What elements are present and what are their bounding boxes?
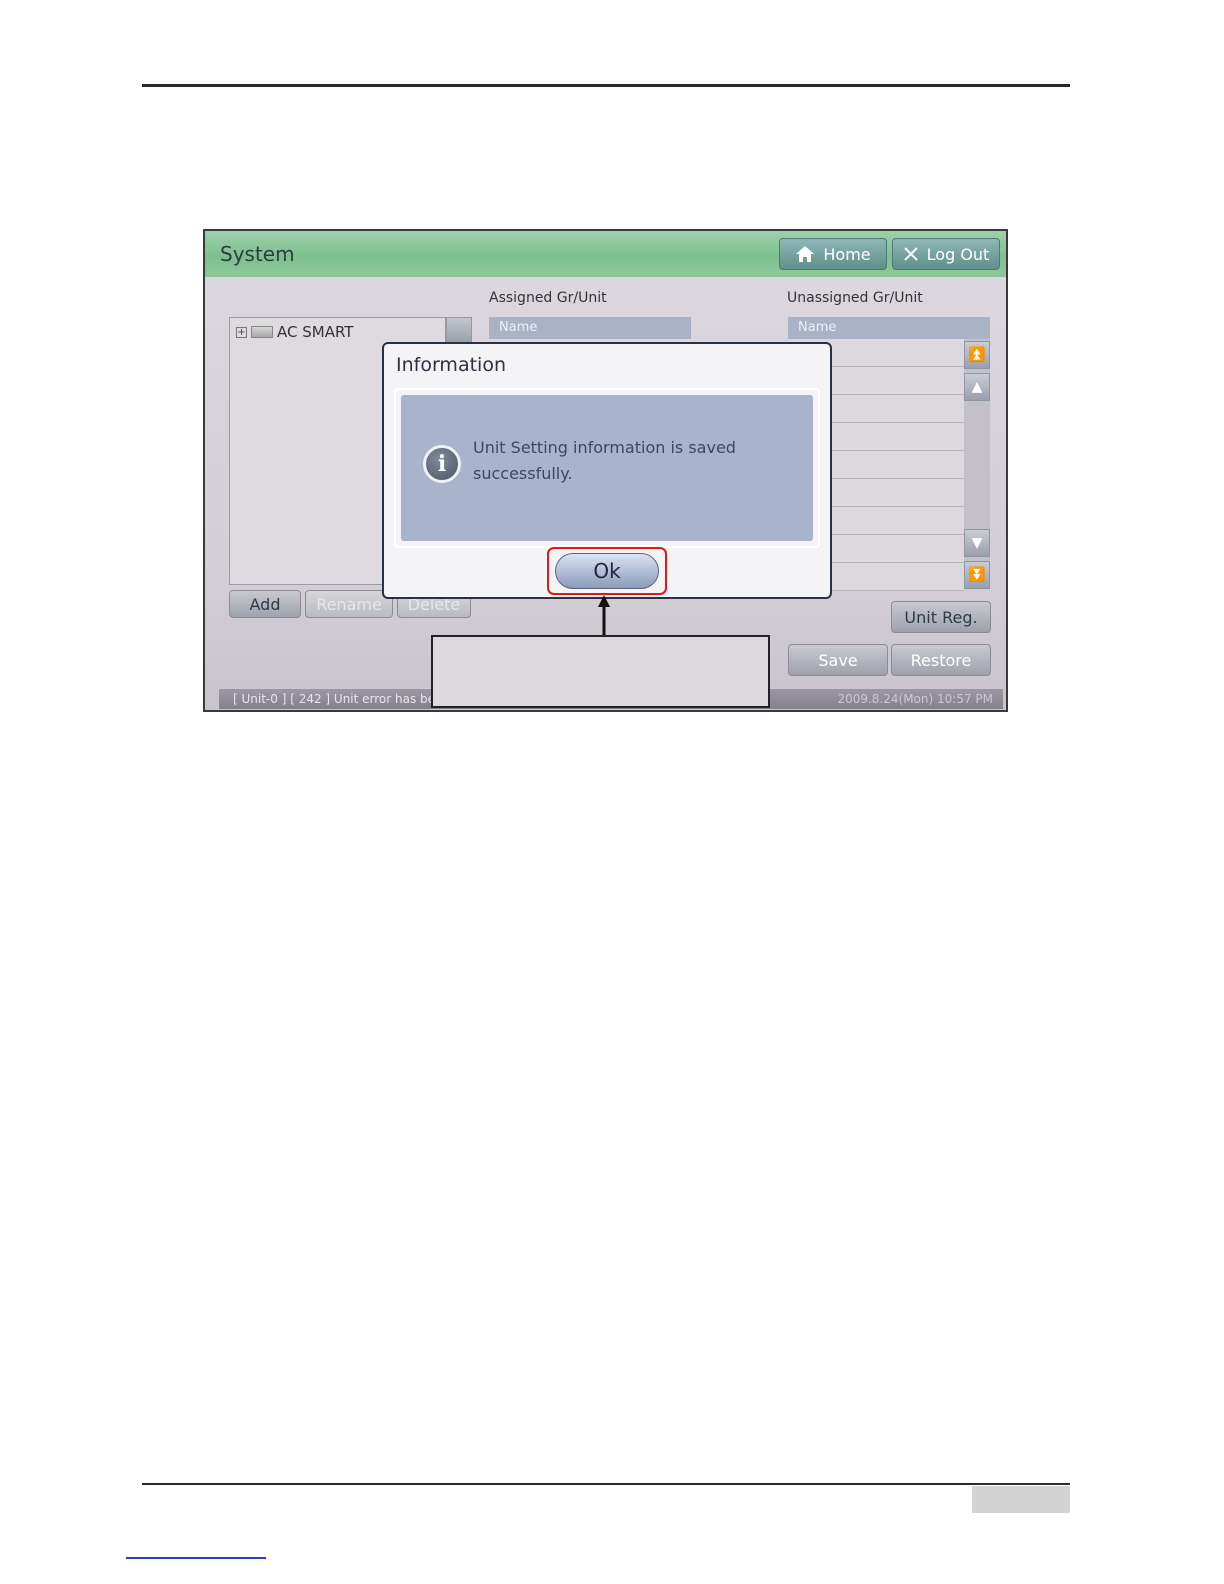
screen-title: System: [220, 242, 295, 266]
unassigned-name-header: Name: [788, 317, 990, 339]
assigned-label: Assigned Gr/Unit: [489, 290, 607, 306]
ok-highlight-frame: Ok: [547, 547, 667, 595]
dialog-message-frame: i Unit Setting information is saved succ…: [394, 388, 820, 548]
callout-box: [431, 635, 770, 708]
close-icon: [903, 247, 918, 261]
dialog-message: Unit Setting information is saved succes…: [473, 435, 793, 487]
dialog-title: Information: [396, 354, 506, 376]
tree-node-root[interactable]: + AC SMART: [236, 323, 353, 341]
unassigned-scrollbar[interactable]: ⏫ ▲ ▼ ⏬: [964, 339, 990, 589]
info-icon: i: [423, 445, 461, 483]
title-bar: System Home Log Out: [205, 231, 1006, 277]
tree-scroll-top-button[interactable]: [446, 317, 472, 343]
rename-button[interactable]: Rename: [305, 590, 393, 618]
unit-reg-button[interactable]: Unit Reg.: [891, 601, 991, 633]
footer-rule: [142, 1483, 1070, 1485]
scroll-top-button[interactable]: ⏫: [964, 341, 990, 369]
home-label: Home: [823, 244, 871, 264]
status-message: [ Unit-0 ] [ 242 ] Unit error has bee: [233, 692, 443, 706]
header-rule: [142, 84, 1070, 87]
dialog-message-line2: successfully.: [473, 464, 573, 483]
scroll-up-button[interactable]: ▲: [964, 373, 990, 401]
restore-button[interactable]: Restore: [891, 644, 991, 676]
callout-arrow: [598, 595, 610, 637]
logout-label: Log Out: [926, 244, 990, 264]
folder-icon: [251, 326, 273, 338]
add-button[interactable]: Add: [229, 590, 301, 618]
expand-icon[interactable]: +: [236, 326, 247, 338]
save-button[interactable]: Save: [788, 644, 888, 676]
scroll-bottom-button[interactable]: ⏬: [964, 561, 990, 589]
page-number-box: [972, 1486, 1070, 1513]
status-datetime: 2009.8.24(Mon) 10:57 PM: [837, 692, 993, 706]
home-icon: [796, 246, 815, 262]
tree-node-label: AC SMART: [277, 323, 354, 341]
ok-button[interactable]: Ok: [555, 553, 659, 589]
assigned-name-header: Name: [489, 317, 691, 339]
information-dialog: Information i Unit Setting information i…: [382, 342, 832, 599]
dialog-message-panel: i Unit Setting information is saved succ…: [401, 395, 813, 541]
scroll-down-button[interactable]: ▼: [964, 529, 990, 557]
unassigned-label: Unassigned Gr/Unit: [787, 290, 923, 306]
logout-button[interactable]: Log Out: [892, 238, 1000, 270]
home-button[interactable]: Home: [779, 238, 887, 270]
footer-link-underline: [126, 1557, 266, 1559]
dialog-message-line1: Unit Setting information is saved: [473, 438, 736, 457]
